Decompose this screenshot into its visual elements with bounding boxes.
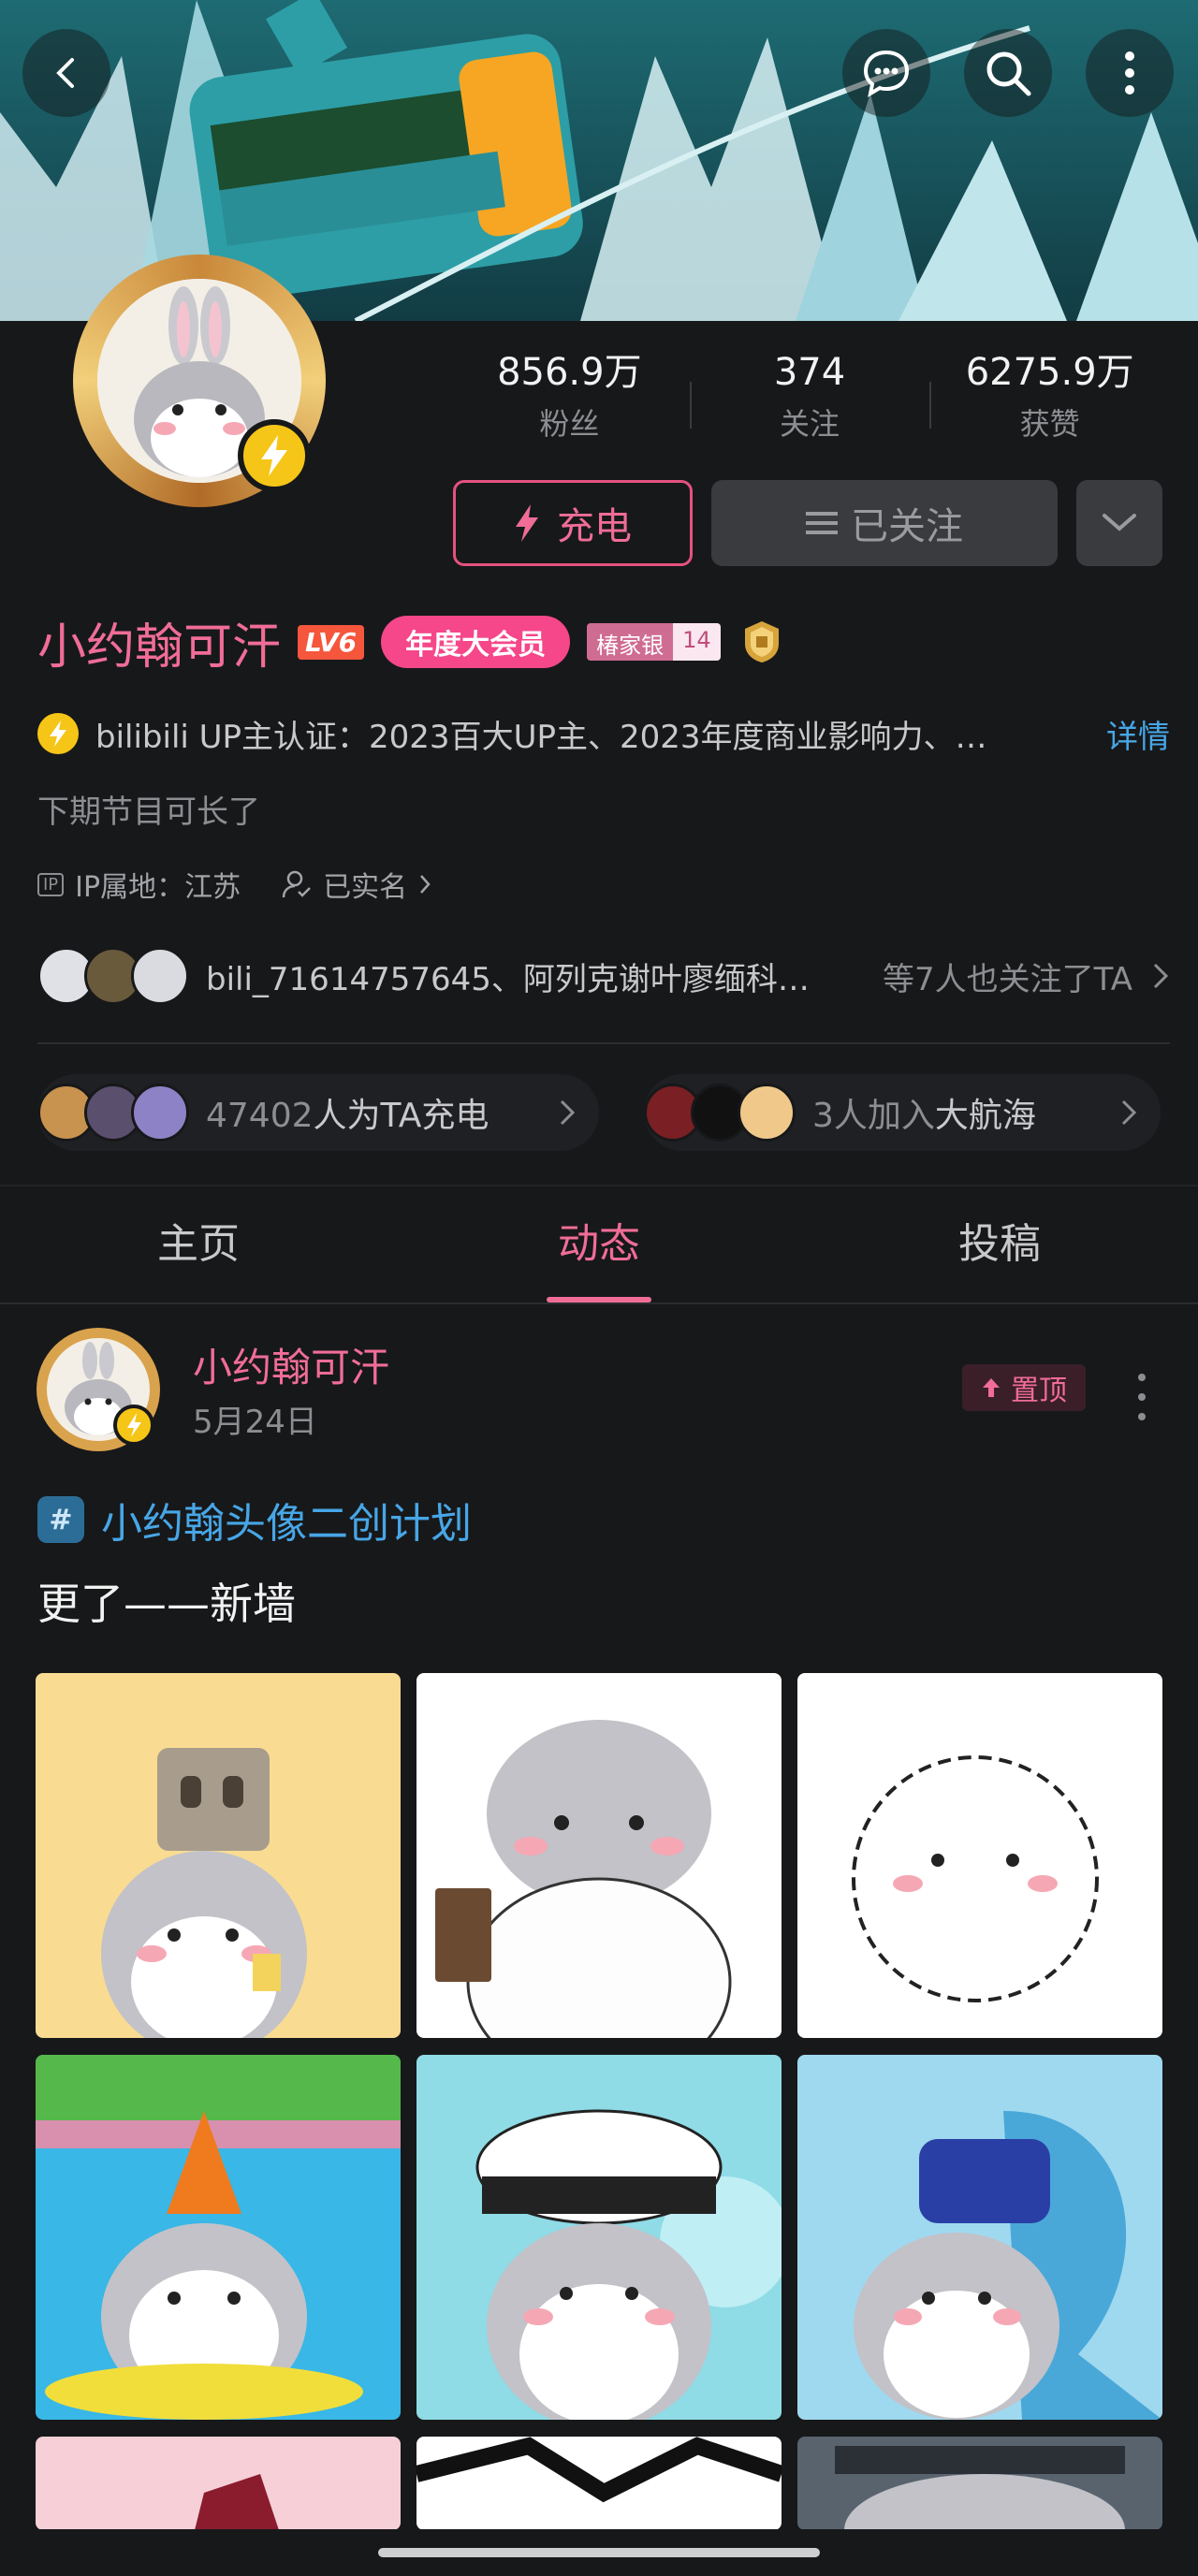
hashtag-icon: #	[37, 1496, 84, 1543]
lightning-icon	[516, 504, 538, 542]
bio: 下期节目可长了	[37, 793, 260, 831]
level-badge[interactable]: LV6	[298, 624, 365, 660]
pinned-badge: 置顶	[962, 1364, 1086, 1411]
user-verified-icon	[282, 870, 312, 898]
stat-followers[interactable]: 856.9万 粉丝	[449, 344, 690, 457]
stat-following[interactable]: 374 关注	[689, 344, 930, 457]
chat-bubble-icon	[863, 50, 910, 98]
stat-value: 374	[773, 351, 846, 394]
chevron-right-icon	[1153, 963, 1169, 989]
fan-medal[interactable]: 椿家银 14	[587, 623, 721, 661]
post-image[interactable]	[416, 2437, 782, 2530]
post-author-avatar[interactable]	[36, 1327, 161, 1452]
stat-label: 获赞	[1019, 406, 1080, 442]
post-date: 5月24日	[193, 1404, 317, 1441]
expand-button[interactable]	[1076, 480, 1162, 566]
tab-dynamics[interactable]: 动态	[397, 1186, 801, 1303]
certification-bolt-icon	[37, 713, 79, 754]
post-image[interactable]	[797, 2055, 1162, 2420]
post-text: 更了——新墙	[37, 1579, 296, 1629]
post-image[interactable]	[416, 1673, 782, 2038]
stat-value: 6275.9万	[965, 351, 1134, 394]
tabs-divider	[0, 1303, 1198, 1304]
mutual-avatar-stack	[37, 947, 189, 1005]
post-image[interactable]	[797, 2437, 1162, 2530]
stat-likes[interactable]: 6275.9万 获赞	[929, 344, 1170, 457]
avatar	[131, 947, 189, 1005]
ip-icon: IP	[37, 872, 65, 896]
post-more-button[interactable]	[1123, 1374, 1161, 1420]
following-label: 已关注	[851, 505, 963, 548]
medal-name: 椿家银	[587, 623, 674, 661]
mutual-follow-suffix: 等7人也关注了TA	[882, 960, 1132, 998]
post-image[interactable]	[36, 1673, 401, 2038]
stat-label: 关注	[780, 406, 840, 442]
topic-label: 小约翰头像二创计划	[101, 1500, 472, 1548]
profile-stats: 856.9万 粉丝 374 关注 6275.9万 获赞	[449, 344, 1170, 457]
post-author-name[interactable]: 小约翰可汗	[193, 1336, 389, 1393]
post-topic[interactable]: # 小约翰头像二创计划	[37, 1490, 472, 1550]
post-image[interactable]	[36, 2055, 401, 2420]
mutual-follow-names: bili_71614757645、阿列克谢叶廖缅科…	[206, 960, 810, 998]
medal-level: 14	[673, 623, 721, 661]
certification-detail-link[interactable]: 详情	[1106, 711, 1170, 757]
home-indicator[interactable]	[378, 2548, 820, 2557]
charge-count-text: 47402人为TA充电	[206, 1097, 489, 1135]
supporter-avatar-stack	[37, 1084, 189, 1142]
charge-label: 充电	[557, 505, 632, 548]
certification-text: bilibili UP主认证：2023百大UP主、2023年度商业影响力、…	[95, 718, 987, 756]
post-image[interactable]	[797, 1673, 1162, 2038]
charge-button[interactable]: 充电	[453, 480, 693, 566]
post-image[interactable]	[416, 2055, 782, 2420]
meta-row: IP IP属地：江苏 已实名	[37, 863, 431, 906]
search-icon	[986, 51, 1031, 96]
fleet-text: 3人加入大航海	[812, 1097, 1036, 1135]
chevron-left-icon	[56, 58, 74, 88]
avatar	[131, 1084, 189, 1142]
profile-tabs: 主页 动态 投稿	[0, 1186, 1198, 1303]
chevron-right-icon	[420, 875, 431, 894]
fleet-pill[interactable]: 3人加入大航海	[644, 1074, 1161, 1151]
search-button[interactable]	[964, 29, 1052, 117]
stat-label: 粉丝	[539, 406, 600, 442]
divider	[37, 1042, 1170, 1044]
charge-supporters-pill[interactable]: 47402人为TA充电	[37, 1074, 599, 1151]
vip-badge[interactable]: 年度大会员	[381, 616, 571, 668]
arrow-up-icon	[983, 1378, 1000, 1397]
post-image[interactable]	[36, 2437, 401, 2530]
back-button[interactable]	[22, 29, 110, 117]
ip-location: IP属地：江苏	[75, 871, 241, 904]
name-row: 小约翰可汗 LV6 年度大会员 椿家银 14	[37, 606, 786, 677]
charge-bolt-icon	[238, 419, 311, 492]
fleet-avatar-stack	[644, 1084, 796, 1142]
pinned-label: 置顶	[1011, 1375, 1067, 1407]
stat-value: 856.9万	[497, 351, 642, 394]
username: 小约翰可汗	[37, 619, 282, 676]
chevron-right-icon	[560, 1099, 576, 1126]
chevron-right-icon	[1121, 1099, 1137, 1126]
message-button[interactable]	[842, 29, 930, 117]
menu-lines-icon	[806, 512, 838, 534]
vertical-dots-icon	[1125, 51, 1134, 95]
following-button[interactable]: 已关注	[711, 480, 1058, 566]
certification-row: bilibili UP主认证：2023百大UP主、2023年度商业影响力、… 详…	[37, 709, 1170, 758]
tab-home[interactable]: 主页	[0, 1186, 397, 1303]
mutual-follows-row[interactable]: bili_71614757645、阿列克谢叶廖缅科… 等7人也关注了TA	[37, 945, 1170, 1007]
real-name-link[interactable]: 已实名	[323, 864, 407, 905]
avatar	[738, 1084, 796, 1142]
chevron-down-icon	[1103, 514, 1136, 531]
tab-uploads[interactable]: 投稿	[801, 1186, 1198, 1303]
more-button[interactable]	[1086, 29, 1174, 117]
profile-avatar[interactable]	[73, 255, 326, 507]
trophy-badge-icon[interactable]	[738, 618, 786, 666]
